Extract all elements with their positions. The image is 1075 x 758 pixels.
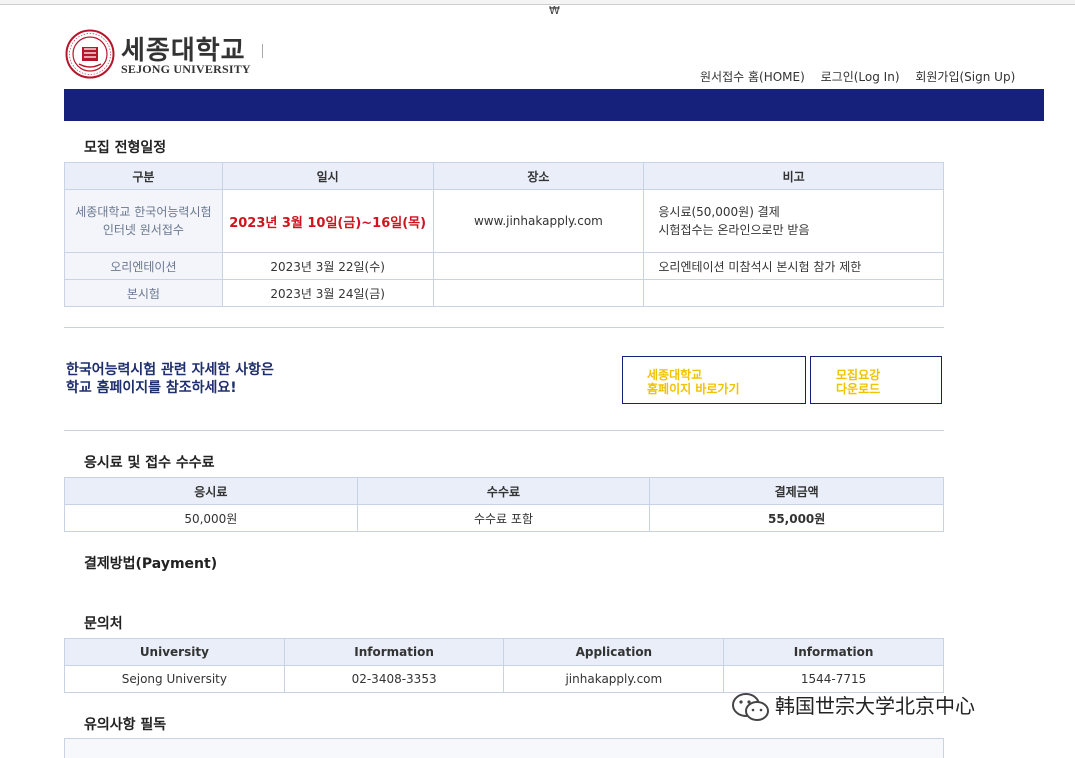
sejong-seal-logo[interactable] [65, 29, 115, 79]
top-navigation: 원서접수 홈(HOME) 로그인(Log In) 회원가입(Sign Up) [700, 68, 1027, 85]
table-row: 오리엔테이션 2023년 3월 22일(수) 오리엔테이션 미참석시 본시험 참… [64, 252, 944, 280]
brand-divider [262, 44, 263, 58]
contact-table: University Information Application Infor… [64, 638, 944, 693]
button-label: 모집요강 [836, 368, 881, 382]
table-row: Sejong University 02-3408-3353 jinhakapp… [64, 665, 944, 693]
notice-box [64, 738, 944, 758]
fee-commission-value: 수수료 포함 [356, 504, 651, 532]
payment-section-title: 결제방법(Payment) [84, 556, 218, 572]
contact-header-university: University [64, 638, 285, 666]
schedule-row-note [643, 279, 944, 307]
homepage-info-text: 한국어능력시험 관련 자세한 사항은 학교 홈페이지를 참조하세요! [66, 361, 274, 397]
nav-home-link[interactable]: 원서접수 홈(HOME) [700, 70, 805, 84]
contact-phone-value: 02-3408-3353 [283, 665, 505, 693]
nav-login-link[interactable]: 로그인(Log In) [821, 70, 900, 84]
table-row: 세종대학교 한국어능력시험 인터넷 원서접수 2023년 3월 10일(금)~1… [64, 189, 944, 253]
button-label: 홈페이지 바로가기 [647, 382, 740, 396]
fee-section-title: 응시료 및 접수 수수료 [84, 455, 215, 471]
browser-top-strip [0, 0, 1075, 5]
schedule-row-label: 본시험 [64, 279, 223, 307]
schedule-row-note: 오리엔테이션 미참석시 본시험 참가 제한 [643, 252, 944, 280]
fee-total-value: 55,000원 [649, 504, 944, 532]
schedule-row-place [432, 252, 645, 280]
fee-header-row: 응시료 수수료 결제금액 [64, 477, 944, 505]
schedule-header-note: 비고 [643, 162, 944, 190]
wechat-watermark: 韩国世宗大学北京中心 [731, 690, 975, 725]
fee-exam-value: 50,000원 [64, 504, 358, 532]
table-row: 본시험 2023년 3월 24일(금) [64, 279, 944, 307]
section-divider [64, 327, 944, 328]
schedule-row-date: 2023년 3월 10일(금)~16일(목) [221, 189, 434, 253]
main-navbar [64, 89, 1044, 121]
contact-section-title: 문의처 [84, 616, 123, 632]
nav-signup-link[interactable]: 회원가입(Sign Up) [915, 70, 1015, 84]
schedule-header-row: 구분 일시 장소 비고 [64, 162, 944, 190]
schedule-header-date: 일시 [221, 162, 434, 190]
schedule-table: 구분 일시 장소 비고 세종대학교 한국어능력시험 인터넷 원서접수 2023년… [64, 162, 944, 307]
contact-header-information-2: Information [723, 638, 944, 666]
contact-university-value: Sejong University [64, 665, 285, 693]
fee-header-exam: 응시료 [64, 477, 358, 505]
schedule-section-title: 모집 전형일정 [84, 140, 167, 156]
wechat-icon [732, 692, 769, 721]
schedule-row-date: 2023년 3월 22일(수) [221, 252, 434, 280]
button-label: 다운로드 [836, 382, 881, 396]
contact-header-row: University Information Application Infor… [64, 638, 944, 666]
schedule-row-label: 오리엔테이션 [64, 252, 223, 280]
schedule-header-place: 장소 [432, 162, 645, 190]
schedule-header-category: 구분 [64, 162, 223, 190]
contact-header-application: Application [503, 638, 725, 666]
watermark-text: 韩国世宗大学北京中心 [775, 694, 975, 718]
contact-header-information: Information [283, 638, 505, 666]
schedule-row-place [432, 279, 645, 307]
fee-header-total: 결제금액 [649, 477, 944, 505]
notice-section-title: 유의사항 필독 [84, 717, 167, 733]
guide-download-button[interactable]: 모집요강 다운로드 [810, 356, 942, 404]
table-row: 50,000원 수수료 포함 55,000원 [64, 504, 944, 532]
schedule-row-note: 응시료(50,000원) 결제 시험접수는 온라인으로만 받음 [643, 189, 944, 253]
brand-name-english[interactable]: SEJONG UNIVERSITY [121, 62, 251, 77]
schedule-row-label: 세종대학교 한국어능력시험 인터넷 원서접수 [64, 189, 223, 253]
contact-phone-2-value: 1544-7715 [723, 665, 944, 693]
schedule-row-place: www.jinhakapply.com [432, 189, 645, 253]
info-text-line: 학교 홈페이지를 참조하세요! [66, 380, 237, 396]
homepage-link-button[interactable]: 세종대학교 홈페이지 바로가기 [622, 356, 806, 404]
currency-symbol: ₩ [549, 4, 560, 17]
info-text-line: 한국어능력시험 관련 자세한 사항은 [66, 362, 274, 378]
section-divider [64, 430, 944, 431]
fee-table: 응시료 수수료 결제금액 50,000원 수수료 포함 55,000원 [64, 477, 944, 532]
contact-application-value: jinhakapply.com [503, 665, 725, 693]
schedule-row-date: 2023년 3월 24일(금) [221, 279, 434, 307]
fee-header-commission: 수수료 [356, 477, 651, 505]
button-label: 세종대학교 [647, 368, 703, 382]
